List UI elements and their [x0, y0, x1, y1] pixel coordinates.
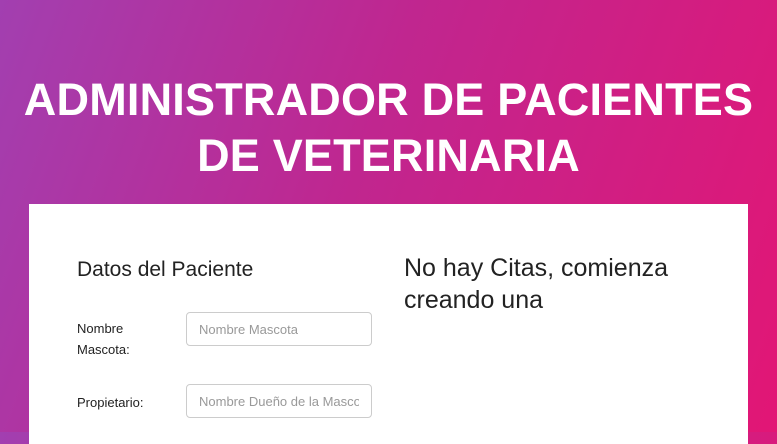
pet-name-input[interactable] [186, 312, 372, 346]
pet-name-label: Nombre Mascota: [77, 321, 130, 357]
page-title: ADMINISTRADOR DE PACIENTES DE VETERINARI… [0, 72, 777, 184]
form-title: Datos del Paciente [77, 258, 254, 281]
owner-input[interactable] [186, 384, 372, 418]
main-card: Datos del Paciente Nombre Mascota: Propi… [29, 204, 748, 444]
owner-label: Propietario: [77, 395, 144, 410]
page-title-line1: ADMINISTRADOR DE PACIENTES [23, 74, 754, 126]
no-appointments-message: No hay Citas, comienza creando una [404, 254, 669, 314]
page-title-line2: DE VETERINARIA [197, 130, 580, 182]
